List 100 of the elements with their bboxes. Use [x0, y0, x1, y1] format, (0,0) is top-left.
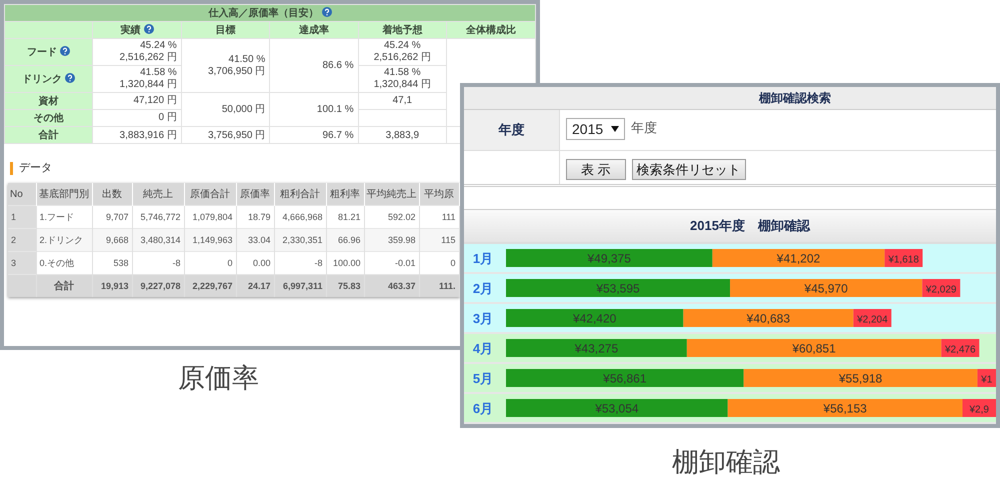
column-header: 原価合計 [184, 183, 236, 206]
table-cell: 1 [8, 206, 36, 228]
form-button[interactable]: 検索条件リセット [632, 159, 746, 180]
cell-value: 2,516,262 円 [372, 52, 432, 64]
month-label: 5月 [472, 371, 494, 386]
table-cell: 0 [419, 252, 459, 274]
table-cell: 3,756,950 円 [181, 126, 270, 144]
table-cell: 1,149,963 [184, 228, 236, 252]
column-header: 実績 [120, 25, 141, 36]
table-cell: 2,229,767 [184, 274, 236, 297]
value-label: ¥43,275 [574, 342, 618, 356]
help-icon[interactable] [65, 73, 76, 83]
row-label: ドリンク [22, 74, 62, 85]
table-cell: 33.04 [236, 228, 274, 252]
table-cell: -0.01 [364, 252, 419, 274]
table-cell: 6,997,311 [274, 274, 326, 297]
value-label: ¥2,204 [857, 314, 888, 326]
table-cell: 75.83 [326, 274, 364, 297]
value-label: ¥56,153 [823, 402, 867, 416]
cell-value: 47,1 [392, 95, 414, 107]
table-cell: 111 [419, 206, 459, 228]
table-cell: 0.00 [236, 252, 274, 274]
column-header: 出数 [92, 183, 132, 206]
value-label: ¥53,595 [596, 282, 640, 296]
table-cell: 3,480,314 [132, 228, 184, 252]
value-label: ¥2,029 [926, 284, 956, 296]
month-label: 3月 [472, 311, 494, 326]
table-cell: 2 [8, 228, 36, 252]
cell-value: 45.24 % [139, 40, 177, 52]
cell-value: 41.58 % [382, 67, 422, 79]
table-cell: 4,666,968 [274, 206, 326, 228]
column-header: 粗利率 [326, 183, 364, 206]
value-label: ¥56,861 [603, 372, 647, 386]
table-cell: -8 [274, 252, 326, 274]
month-label: 1月 [472, 251, 494, 266]
value-label: ¥49,375 [588, 252, 631, 266]
table-cell: 9,707 [92, 206, 132, 228]
cell-value: 41.58 % [139, 67, 177, 79]
caret-icon [611, 126, 620, 132]
field-label: 年度 [464, 110, 560, 150]
table-cell: 9,668 [92, 228, 132, 252]
row-label: 資材 [38, 96, 59, 107]
column-header: 粗利合計 [274, 183, 326, 206]
value-label: ¥41,202 [776, 252, 820, 266]
value-label: ¥2,476 [944, 344, 976, 356]
column-header: No [8, 183, 36, 206]
table-cell: 100.00 [326, 252, 364, 274]
help-icon[interactable] [144, 24, 154, 34]
value-label: ¥53,054 [595, 402, 639, 416]
table-cell: 463.37 [364, 274, 419, 297]
cell-value: 1,320,844 円 [372, 79, 432, 91]
caption: 棚卸確認 [672, 446, 780, 480]
caption: 原価率 [178, 362, 259, 396]
table-cell: 1.フード [36, 206, 92, 228]
table-cell: 66.96 [326, 228, 364, 252]
table-cell: 合計 [36, 274, 92, 297]
table-cell: 96.7 % [270, 126, 358, 144]
value-label: ¥55,918 [838, 372, 882, 386]
month-label: 6月 [472, 401, 494, 416]
cell-value: 86.6 % [321, 60, 354, 72]
table-cell: 2,330,351 [274, 228, 326, 252]
cell-value: 100.1 % [316, 104, 354, 116]
cell-value: 0 円 [157, 112, 177, 124]
cell-value: 41.50 % [228, 54, 266, 66]
table-cell: 3,883,916 円 [92, 126, 182, 144]
table-cell: 24.17 [236, 274, 274, 297]
help-icon[interactable] [322, 7, 332, 17]
column-header: 平均原 [419, 183, 459, 206]
result-title: 2015年度 棚卸確認 [464, 210, 996, 244]
value-label: ¥1 [981, 374, 992, 386]
table-cell: 111. [419, 274, 459, 297]
table-cell: 9,227,078 [132, 274, 184, 297]
column-header: 目標 [216, 25, 236, 36]
table-cell: 3 [8, 252, 36, 274]
table-cell: 538 [92, 252, 132, 274]
help-icon[interactable] [60, 46, 70, 56]
value-label: ¥1,618 [888, 254, 919, 266]
value-label: ¥40,683 [746, 312, 790, 326]
table-cell: 5,746,772 [132, 206, 184, 228]
form-button[interactable]: 表 示 [566, 159, 626, 180]
section-heading: データ [10, 162, 52, 175]
table-cell: 359.98 [364, 228, 419, 252]
year-select[interactable]: 2015 [566, 118, 626, 140]
value-label: ¥2,9 [970, 404, 989, 416]
year-suffix: 年度 [631, 119, 658, 137]
column-header: 原価率 [236, 183, 274, 206]
table-cell: 115 [419, 228, 459, 252]
column-header: 純売上 [132, 183, 184, 206]
table-cell: 1,079,804 [184, 206, 236, 228]
month-label: 4月 [472, 341, 494, 356]
column-header: 達成率 [298, 25, 329, 36]
search-title: 棚卸確認検索 [464, 87, 996, 110]
value-label: ¥45,970 [804, 282, 848, 296]
month-label: 2月 [472, 281, 494, 296]
table-title: 仕入高／原価率（目安） [208, 8, 318, 19]
table-cell: 3,883,9 [358, 126, 447, 144]
column-header: 基底部門別 [36, 183, 92, 206]
table-cell: 19,913 [92, 274, 132, 297]
cell-value: 1,320,844 円 [118, 79, 177, 91]
cell-value: 45.24 % [382, 40, 422, 52]
